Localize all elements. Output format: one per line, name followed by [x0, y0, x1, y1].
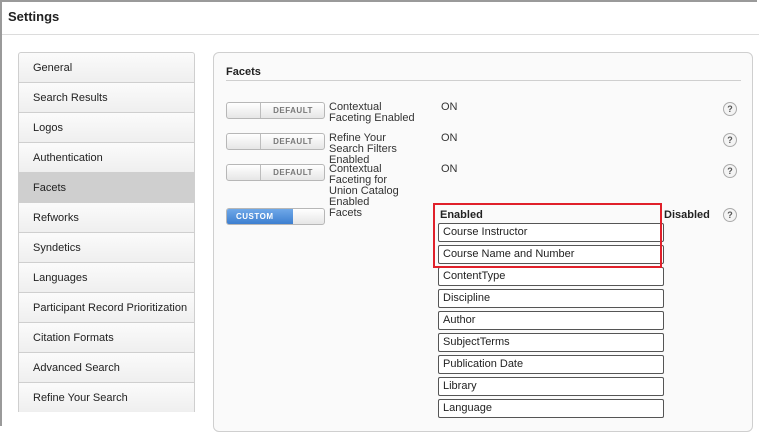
- toggle-default-label: DEFAULT: [260, 103, 325, 118]
- enabled-facets-list: Course Instructor Course Name and Number…: [438, 223, 664, 421]
- help-icon[interactable]: ?: [723, 102, 737, 116]
- list-item[interactable]: Discipline: [438, 289, 664, 308]
- setting-value: ON: [441, 132, 458, 144]
- sidebar-item-languages[interactable]: Languages: [18, 262, 195, 292]
- disabled-column-header: Disabled: [664, 209, 710, 221]
- page-title: Settings: [8, 9, 60, 24]
- setting-label: Contextual Faceting Enabled: [329, 101, 415, 124]
- facets-panel: Facets DEFAULT Contextual Faceting Enabl…: [213, 52, 753, 432]
- list-item[interactable]: Library: [438, 377, 664, 396]
- help-icon[interactable]: ?: [723, 164, 737, 178]
- list-item[interactable]: Publication Date: [438, 355, 664, 374]
- sidebar-item-logos[interactable]: Logos: [18, 112, 195, 142]
- refine-filters-toggle[interactable]: DEFAULT: [226, 133, 325, 150]
- panel-divider: [226, 80, 741, 81]
- panel-title: Facets: [226, 66, 261, 78]
- sidebar-item-citation-formats[interactable]: Citation Formats: [18, 322, 195, 352]
- sidebar-item-advanced-search[interactable]: Advanced Search: [18, 352, 195, 382]
- sidebar-item-search-results[interactable]: Search Results: [18, 82, 195, 112]
- sidebar-item-facets[interactable]: Facets: [18, 172, 195, 202]
- list-item[interactable]: Course Name and Number: [438, 245, 664, 264]
- toggle-custom-label: CUSTOM: [227, 209, 293, 224]
- list-item[interactable]: Language: [438, 399, 664, 418]
- sidebar-item-authentication[interactable]: Authentication: [18, 142, 195, 172]
- list-item[interactable]: ContentType: [438, 267, 664, 286]
- settings-sidebar: General Search Results Logos Authenticat…: [18, 52, 195, 412]
- sidebar-item-syndetics[interactable]: Syndetics: [18, 232, 195, 262]
- sidebar-item-general[interactable]: General: [18, 52, 195, 82]
- title-divider: [2, 34, 759, 35]
- sidebar-item-refine-your-search[interactable]: Refine Your Search: [18, 382, 195, 412]
- contextual-faceting-toggle[interactable]: DEFAULT: [226, 102, 325, 119]
- help-icon[interactable]: ?: [723, 208, 737, 222]
- setting-label: Contextual Faceting for Union Catalog En…: [329, 163, 399, 208]
- setting-label: Facets: [329, 207, 363, 219]
- facets-toggle[interactable]: CUSTOM: [226, 208, 325, 225]
- help-icon[interactable]: ?: [723, 133, 737, 147]
- enabled-column-header: Enabled: [440, 209, 483, 221]
- union-catalog-toggle[interactable]: DEFAULT: [226, 164, 325, 181]
- toggle-default-label: DEFAULT: [260, 134, 325, 149]
- sidebar-item-participant-record-prioritization[interactable]: Participant Record Prioritization: [18, 292, 195, 322]
- list-item[interactable]: SubjectTerms: [438, 333, 664, 352]
- sidebar-item-refworks[interactable]: Refworks: [18, 202, 195, 232]
- setting-value: ON: [441, 101, 458, 113]
- list-item[interactable]: Author: [438, 311, 664, 330]
- setting-value: ON: [441, 163, 458, 175]
- toggle-default-label: DEFAULT: [260, 165, 325, 180]
- setting-label: Refine Your Search Filters Enabled: [329, 132, 397, 166]
- list-item[interactable]: Course Instructor: [438, 223, 664, 242]
